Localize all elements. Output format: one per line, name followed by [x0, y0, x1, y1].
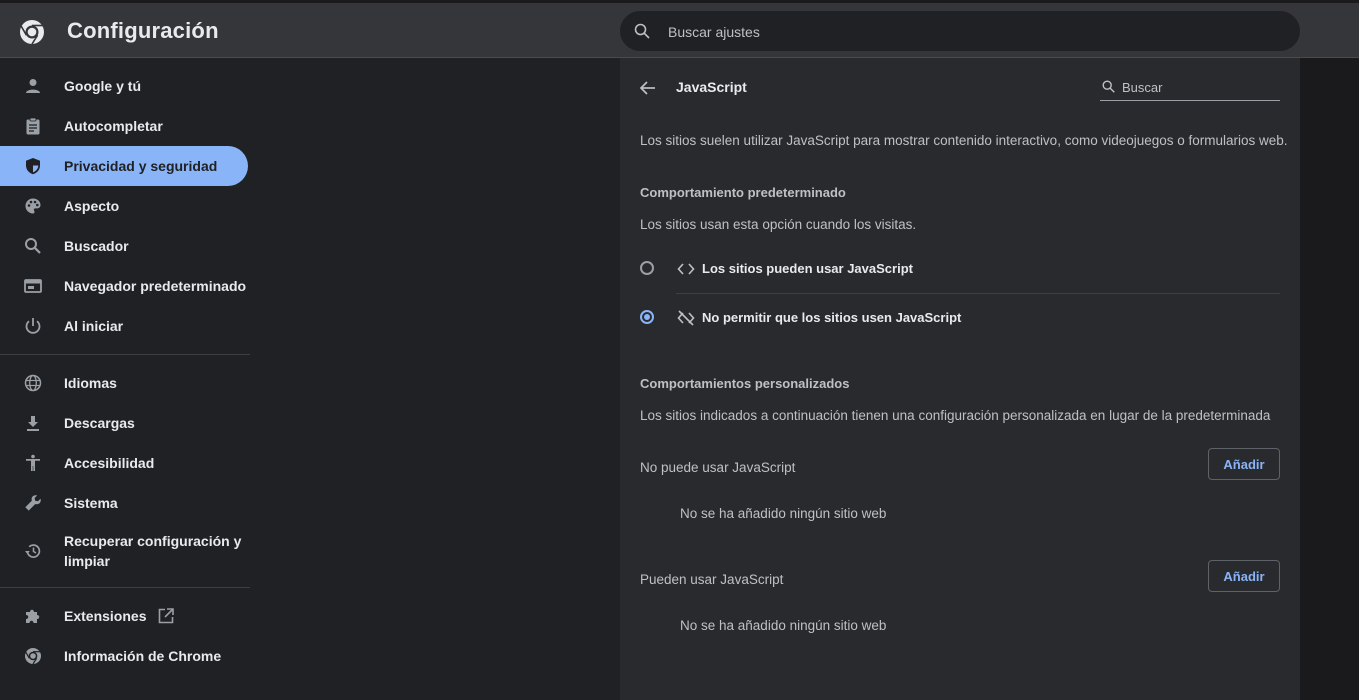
sidebar-item-label: Al iniciar [64, 318, 124, 334]
page-title: Configuración [67, 18, 219, 43]
sidebar-item-label: Google y tú [64, 78, 141, 94]
page-description: Los sitios suelen utilizar JavaScript pa… [640, 133, 1288, 148]
sidebar-item-label: Aspecto [64, 198, 120, 214]
sidebar-item-google-y-tu[interactable]: Google y tú [0, 66, 250, 106]
settings-search[interactable] [620, 11, 1300, 53]
code-icon [677, 263, 695, 275]
sidebar-item-navegador[interactable]: Navegador predeterminado [0, 266, 250, 306]
puzzle-icon [26, 609, 40, 623]
globe-icon [24, 374, 42, 392]
custom-behavior-heading: Comportamientos personalizados [640, 376, 850, 391]
person-icon [26, 79, 40, 93]
sidebar-item-label: Idiomas [64, 375, 117, 391]
sidebar-item-label: Accesibilidad [64, 455, 155, 471]
subpage-search-input[interactable] [1120, 74, 1279, 100]
power-icon [25, 318, 41, 334]
sidebar-item-label: Autocompletar [64, 118, 163, 134]
sidebar-item-accesibilidad[interactable]: Accesibilidad [0, 443, 250, 483]
allowed-list-label: Pueden usar JavaScript [640, 572, 784, 587]
allowed-list-empty: No se ha añadido ningún sitio web [680, 618, 887, 633]
open-in-new-icon [158, 608, 174, 624]
sidebar: Google y tú Autocompletar Privacidad y s… [0, 66, 250, 676]
restore-icon [25, 544, 41, 558]
search-icon [1102, 80, 1115, 93]
blocked-list-label: No puede usar JavaScript [640, 460, 796, 475]
sidebar-item-label: Privacidad y seguridad [64, 158, 218, 174]
sidebar-item-label: Navegador predeterminado [64, 278, 247, 294]
subpage-search[interactable] [1100, 74, 1280, 101]
sidebar-item-label: Buscador [64, 238, 129, 254]
custom-behavior-subtext: Los sitios indicados a continuación tien… [640, 408, 1271, 423]
option-divider [676, 293, 1280, 294]
sidebar-item-idiomas[interactable]: Idiomas [0, 363, 250, 403]
sidebar-item-sistema[interactable]: Sistema [0, 483, 250, 523]
sidebar-item-al-iniciar[interactable]: Al iniciar [0, 306, 250, 346]
code-off-icon [677, 310, 695, 326]
sidebar-item-aspecto[interactable]: Aspecto [0, 186, 250, 226]
clipboard-icon [26, 117, 40, 135]
radio-block-label: No permitir que los sitios usen JavaScri… [702, 310, 962, 325]
sidebar-item-extensiones[interactable]: Extensiones [0, 596, 250, 636]
chrome-logo-icon [20, 20, 44, 45]
radio-option-allow[interactable]: Los sitios pueden usar JavaScript [640, 249, 1280, 289]
sidebar-item-autocompletar[interactable]: Autocompletar [0, 106, 250, 146]
right-gutter [1300, 58, 1359, 700]
search-icon [25, 238, 41, 254]
top-bar: Configuración [0, 0, 1359, 58]
sidebar-item-descargas[interactable]: Descargas [0, 403, 250, 443]
browser-window-icon [24, 279, 42, 293]
accessibility-icon [26, 454, 40, 471]
subpage-title: JavaScript [676, 79, 747, 95]
sidebar-item-label: Extensiones [64, 608, 147, 624]
sidebar-divider [0, 587, 250, 588]
search-icon [634, 23, 650, 39]
sidebar-item-info-chrome[interactable]: Información de Chrome [0, 636, 250, 676]
sidebar-item-label: Sistema [64, 495, 118, 511]
sidebar-item-label: Descargas [64, 415, 135, 431]
radio-allow-label: Los sitios pueden usar JavaScript [702, 261, 913, 276]
blocked-list-empty: No se ha añadido ningún sitio web [680, 506, 887, 521]
add-allowed-site-button[interactable]: Añadir [1208, 560, 1280, 592]
chrome-icon [24, 648, 41, 665]
sidebar-divider [0, 354, 250, 355]
sidebar-item-recuperar[interactable]: Recuperar configuración y limpiar [0, 523, 250, 579]
palette-icon [25, 198, 41, 214]
settings-search-input[interactable] [666, 11, 1270, 53]
default-behavior-heading: Comportamiento predeterminado [640, 185, 846, 200]
sidebar-item-privacidad[interactable]: Privacidad y seguridad [0, 146, 248, 186]
sidebar-item-buscador[interactable]: Buscador [0, 226, 250, 266]
javascript-settings-card: JavaScript Los sitios suelen utilizar Ja… [620, 58, 1300, 700]
radio-allow[interactable] [640, 261, 654, 275]
shield-icon [26, 158, 40, 175]
sidebar-item-label: Información de Chrome [64, 648, 222, 664]
add-blocked-site-button[interactable]: Añadir [1208, 448, 1280, 480]
download-icon [27, 416, 39, 431]
default-behavior-subtext: Los sitios usan esta opción cuando los v… [640, 217, 917, 232]
radio-option-block[interactable]: No permitir que los sitios usen JavaScri… [640, 298, 1280, 338]
wrench-icon [25, 495, 41, 511]
radio-block[interactable] [640, 310, 654, 324]
back-arrow-icon[interactable] [638, 78, 658, 98]
sidebar-item-label: Recuperar configuración y limpiar [64, 533, 242, 569]
